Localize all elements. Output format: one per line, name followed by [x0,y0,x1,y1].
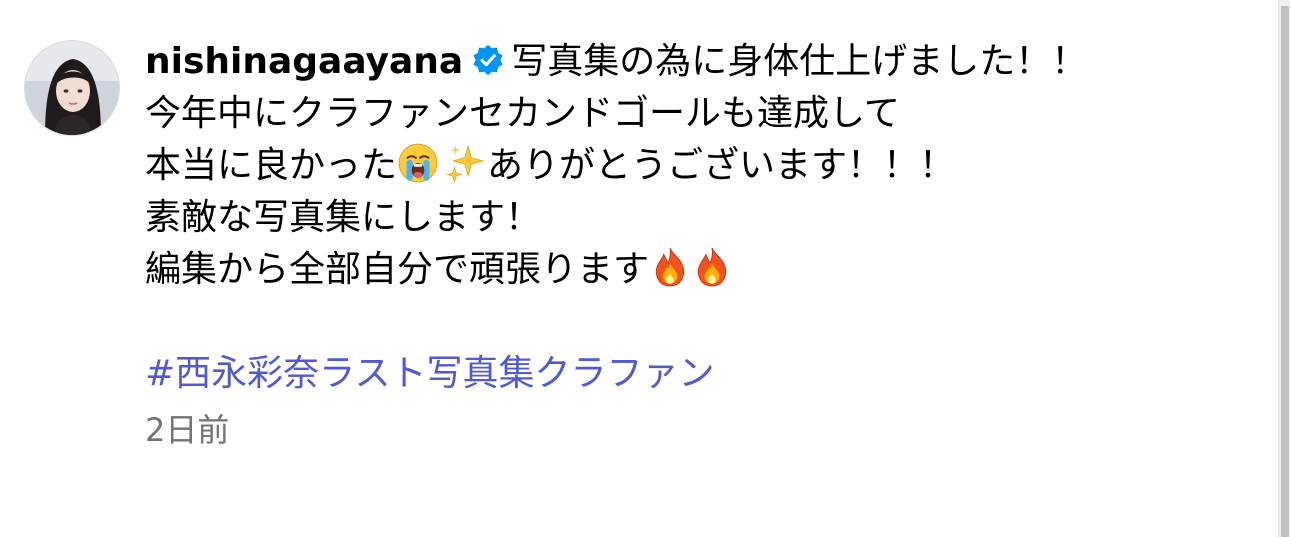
caption-text-5: 編集から全部自分で頑張ります [145,249,650,290]
vertical-scrollbar[interactable] [1278,0,1290,537]
username-link[interactable]: nishinagaayana [145,41,463,82]
fire-emoji [655,247,685,287]
avatar-image [25,41,119,135]
avatar[interactable] [24,40,120,136]
hashtag-link[interactable]: #西永彩奈ラスト写真集クラファン [145,353,714,394]
caption-text-2: 今年中にクラファンセカンドゴールも達成して [145,93,900,134]
fire-emoji [697,247,727,287]
caption-text-3: 本当に良かった [145,145,398,186]
scrollbar-thumb[interactable] [1281,6,1289,537]
caption-line-1: nishinagaayana 写真集の為に身体仕上げました！！ [145,36,1255,88]
loudly-crying-face-emoji [398,143,438,183]
caption-text-3b: ありがとうございます！！！ [487,145,956,186]
caption-line-5: 編集から全部自分で頑張ります [145,244,1255,296]
caption-line-3: 本当に良かった ありがとうございます！！！ [145,140,1255,192]
post-timestamp[interactable]: 2日前 [145,404,1255,456]
caption-text-4: 素敵な写真集にします！ [145,197,542,238]
caption-text-1: 写真集の為に身体仕上げました！！ [511,41,1088,82]
caption-line-4: 素敵な写真集にします！ [145,192,1255,244]
sparkles-emoji [446,144,485,184]
caption: nishinagaayana 写真集の為に身体仕上げました！！ 今年中にクラファ… [145,36,1255,456]
caption-line-2: 今年中にクラファンセカンドゴールも達成して [145,88,1255,140]
verified-badge-icon [473,44,503,76]
hashtag-line: #西永彩奈ラスト写真集クラファン [145,348,1255,400]
post-caption-panel: nishinagaayana 写真集の為に身体仕上げました！！ 今年中にクラファ… [0,0,1290,537]
